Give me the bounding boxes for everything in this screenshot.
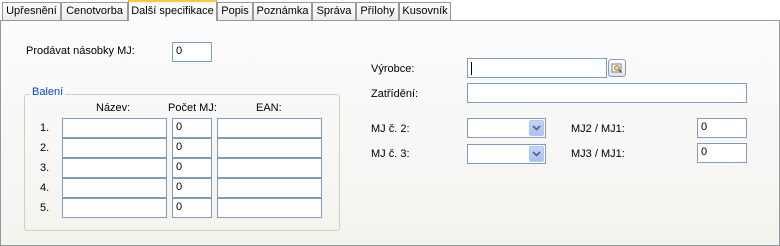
- mj3-dropdown-button[interactable]: [529, 146, 544, 162]
- package-ean-input[interactable]: [217, 198, 322, 218]
- package-qty-input[interactable]: 0: [172, 138, 212, 158]
- row-number: 5.: [40, 202, 50, 214]
- package-qty-input[interactable]: 0: [172, 198, 212, 218]
- mj2-dropdown-button[interactable]: [529, 120, 544, 136]
- package-name-input[interactable]: [62, 178, 167, 198]
- text-caret: [471, 62, 472, 75]
- classification-label: Zatřídění:: [371, 88, 419, 100]
- ratio3-label: MJ3 / MJ1:: [571, 148, 625, 160]
- package-name-input[interactable]: [62, 118, 167, 138]
- package-qty-input[interactable]: 0: [172, 178, 212, 198]
- lookup-button[interactable]: [608, 59, 626, 77]
- manufacturer-label: Výrobce:: [371, 63, 415, 75]
- mj2-select[interactable]: [467, 118, 546, 138]
- row-number: 2.: [40, 142, 50, 154]
- mj2-label: MJ č. 2:: [371, 123, 410, 135]
- ratio2-label: MJ2 / MJ1:: [571, 123, 625, 135]
- packaging-legend: Balení: [30, 86, 66, 98]
- package-ean-input[interactable]: [217, 178, 322, 198]
- ratio3-input[interactable]: 0: [697, 143, 747, 163]
- package-ean-input[interactable]: [217, 138, 322, 158]
- row-number: 4.: [40, 182, 50, 194]
- package-ean-input[interactable]: [217, 158, 322, 178]
- col-ean-header: EAN:: [256, 102, 282, 114]
- row-number: 3.: [40, 162, 50, 174]
- ratio2-input[interactable]: 0: [697, 118, 747, 138]
- mj3-select[interactable]: [467, 144, 546, 164]
- lookup-icon: [611, 63, 622, 73]
- manufacturer-input[interactable]: [467, 58, 607, 78]
- package-name-input[interactable]: [62, 158, 167, 178]
- chevron-down-icon: [532, 151, 541, 157]
- multiple-label: Prodávat násobky MJ:: [26, 45, 135, 57]
- multiple-input[interactable]: 0: [172, 42, 212, 62]
- classification-input[interactable]: [467, 83, 747, 103]
- package-qty-input[interactable]: 0: [172, 158, 212, 178]
- col-name-header: Název:: [96, 102, 131, 114]
- mj3-label: MJ č. 3:: [371, 148, 410, 160]
- col-qty-header: Počet MJ:: [168, 102, 217, 114]
- package-name-input[interactable]: [62, 198, 167, 218]
- package-qty-input[interactable]: 0: [172, 118, 212, 138]
- chevron-down-icon: [532, 125, 541, 131]
- row-number: 1.: [40, 122, 50, 134]
- package-ean-input[interactable]: [217, 118, 322, 138]
- package-name-input[interactable]: [62, 138, 167, 158]
